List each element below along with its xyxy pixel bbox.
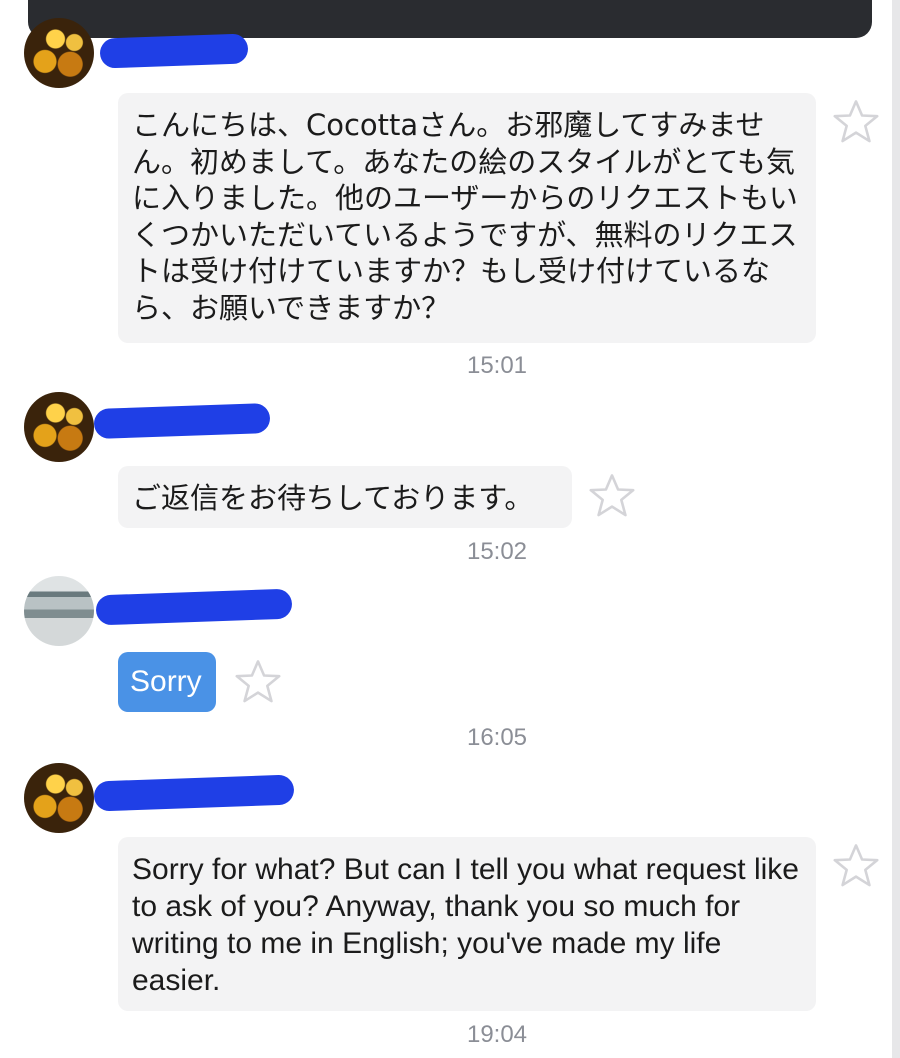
- message-text: ご返信をお待ちしております。: [132, 481, 534, 515]
- recipient-avatar[interactable]: [24, 576, 94, 646]
- redacted-sender-name: [93, 774, 295, 812]
- redacted-sender-name: [93, 402, 271, 440]
- message-text: Sorry: [130, 665, 202, 698]
- redacted-sender-name: [99, 33, 249, 69]
- scrollbar[interactable]: [892, 0, 900, 1058]
- star-outline-icon[interactable]: [586, 470, 638, 522]
- star-outline-icon[interactable]: [830, 96, 882, 148]
- message-bubble[interactable]: Sorry for what? But can I tell you what …: [118, 837, 816, 1011]
- message-timestamp: 19:04: [466, 1021, 528, 1048]
- message-text: こんにちは、Cocottaさん。お邪魔してすみません。初めまして。あなたの絵のス…: [132, 108, 798, 325]
- message-timestamp: 15:01: [466, 352, 528, 379]
- message-bubble[interactable]: ご返信をお待ちしております。: [118, 466, 572, 528]
- sender-avatar[interactable]: [24, 392, 94, 462]
- message-timestamp: 16:05: [466, 724, 528, 751]
- redacted-recipient-name: [95, 588, 293, 626]
- message-text: Sorry for what? But can I tell you what …: [132, 853, 799, 997]
- message-timestamp: 15:02: [466, 538, 528, 565]
- top-banner: [28, 0, 872, 38]
- reply-bubble[interactable]: Sorry: [118, 652, 216, 712]
- sender-avatar[interactable]: [24, 18, 94, 88]
- message-bubble[interactable]: こんにちは、Cocottaさん。お邪魔してすみません。初めまして。あなたの絵のス…: [118, 93, 816, 343]
- star-outline-icon[interactable]: [232, 656, 284, 708]
- star-outline-icon[interactable]: [830, 840, 882, 892]
- sender-avatar[interactable]: [24, 763, 94, 833]
